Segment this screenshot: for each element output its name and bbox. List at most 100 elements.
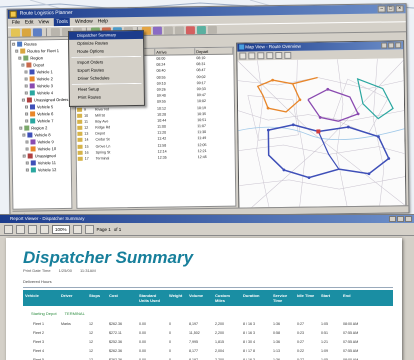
route-tree-panel[interactable]: Routes Routes for Fleet 1 Region Depot Vehic…	[10, 38, 73, 210]
zoom-out-icon[interactable]	[257, 52, 265, 60]
next-page-icon[interactable]	[28, 224, 37, 234]
column-header[interactable]: Arrive	[155, 48, 196, 55]
maximize-button[interactable]: □	[386, 5, 395, 13]
stop-icon	[77, 150, 83, 155]
select-icon[interactable]	[266, 52, 274, 60]
column-header[interactable]: Duration	[241, 290, 271, 306]
zoom-in-icon[interactable]	[163, 26, 173, 35]
expand-toggle[interactable]	[24, 91, 28, 95]
report-rows: Fleet 1 Marks 12 $262.36 0.00 0 8,197 2,200 8 / …	[23, 320, 393, 360]
minimize-button[interactable]: –	[377, 5, 386, 13]
report-icon[interactable]	[196, 26, 206, 35]
first-page-icon[interactable]	[4, 224, 13, 234]
column-header[interactable]: Start	[319, 290, 341, 306]
measure-icon[interactable]	[275, 51, 283, 60]
expand-toggle[interactable]	[24, 105, 29, 109]
menu-help[interactable]: Help	[98, 17, 108, 25]
menu-file[interactable]: File	[12, 19, 20, 27]
table-cell: 8 / 16 3	[243, 358, 255, 360]
map-close-button[interactable]	[395, 42, 402, 49]
layers-icon[interactable]	[284, 51, 292, 59]
report-title-text: Report Viewer - Dispatcher Summary	[10, 216, 85, 221]
menu-window[interactable]: Window	[75, 18, 93, 26]
table-cell: Fleet 4	[33, 349, 44, 353]
map-window: Map View - Route Overview	[236, 40, 407, 209]
expand-toggle[interactable]	[24, 70, 28, 74]
table-cell: 0:27	[297, 322, 304, 326]
menu-view[interactable]: View	[38, 18, 49, 26]
expand-toggle[interactable]	[25, 140, 29, 144]
expand-toggle[interactable]	[24, 77, 28, 81]
zoom-in-icon[interactable]	[248, 52, 256, 60]
report-meta: Print Date Time 1/25/00 11:31AM	[23, 268, 96, 273]
help-icon[interactable]	[207, 25, 217, 34]
table-cell: 8 / 16 3	[243, 322, 255, 326]
table-cell: 0.00	[139, 340, 146, 344]
map-minimize-button[interactable]	[381, 42, 388, 49]
cut-icon[interactable]	[50, 28, 61, 37]
column-header[interactable]: Stops	[87, 290, 107, 306]
report-close-button[interactable]	[405, 216, 412, 222]
column-header[interactable]: Cost	[107, 290, 137, 306]
prev-page-icon[interactable]	[16, 224, 25, 234]
column-header[interactable]: Volume	[187, 290, 213, 306]
map-title-text: Map View - Route Overview	[245, 43, 301, 50]
route-map-canvas[interactable]	[237, 58, 407, 209]
table-cell: Fleet 5	[33, 358, 44, 360]
table-cell: 0.00	[139, 331, 146, 335]
last-page-icon[interactable]	[40, 224, 49, 234]
menu-edit[interactable]: Edit	[25, 18, 34, 26]
column-header[interactable]: Driver	[59, 290, 87, 306]
expand-toggle[interactable]	[25, 112, 29, 116]
expand-toggle[interactable]	[12, 42, 16, 46]
save-icon[interactable]	[32, 28, 43, 37]
expand-toggle[interactable]	[22, 133, 26, 137]
menu-item[interactable]: Route Options	[69, 47, 143, 56]
close-button[interactable]: ×	[395, 5, 404, 13]
expand-toggle[interactable]	[19, 126, 23, 130]
menu-item[interactable]: Driver Schedules	[70, 74, 144, 83]
map-maximize-button[interactable]	[388, 42, 395, 49]
expand-toggle[interactable]	[25, 119, 29, 123]
expand-toggle[interactable]	[25, 168, 29, 172]
column-header[interactable]: End	[341, 290, 393, 306]
new-icon[interactable]	[10, 28, 21, 37]
expand-toggle[interactable]	[25, 147, 29, 151]
tree-node-icon	[30, 111, 36, 117]
schedule-icon[interactable]	[152, 26, 162, 35]
tools-dropdown-menu: Dispatcher Summary Optimize Routes Route O…	[67, 29, 145, 107]
table-row[interactable]: 17 Terminal 12:35 12:45	[77, 154, 235, 162]
column-header[interactable]: Service Time	[271, 290, 295, 306]
report-maximize-button[interactable]	[397, 216, 404, 222]
menu-item[interactable]: Print Routes	[70, 93, 144, 102]
tree-node[interactable]: Vehicle 12	[13, 166, 71, 174]
report-titlebar[interactable]: Report Viewer - Dispatcher Summary	[0, 215, 414, 223]
open-folder-icon[interactable]	[21, 28, 32, 37]
table-cell: 2,004	[215, 349, 224, 353]
tree-node-icon	[29, 76, 35, 82]
expand-toggle[interactable]	[21, 63, 25, 67]
zoom-out-icon[interactable]	[174, 26, 184, 35]
group-value: TERMINAL	[64, 311, 85, 316]
column-header[interactable]: Idle Time	[295, 290, 319, 306]
stop-icon[interactable]	[185, 26, 195, 35]
expand-toggle[interactable]	[24, 84, 28, 88]
pan-icon[interactable]	[239, 52, 247, 60]
export-icon[interactable]	[84, 224, 94, 234]
report-minimize-button[interactable]	[389, 216, 396, 222]
print-icon[interactable]	[72, 224, 82, 234]
table-cell: 07:55 AM	[343, 340, 359, 344]
expand-toggle[interactable]	[25, 161, 29, 165]
column-header[interactable]: Standard Units Used	[137, 290, 167, 306]
expand-toggle[interactable]	[18, 56, 22, 60]
column-header[interactable]: Vehicle	[23, 290, 59, 306]
tree-node-icon	[29, 90, 35, 96]
column-header[interactable]: Depart	[195, 47, 234, 55]
column-header[interactable]: Custom Miles	[213, 290, 241, 306]
expand-toggle[interactable]	[21, 98, 25, 102]
expand-toggle[interactable]	[15, 49, 19, 53]
zoom-select[interactable]: 100%	[52, 224, 70, 234]
column-header[interactable]: Weight	[167, 290, 187, 306]
expand-toggle[interactable]	[22, 154, 26, 158]
menu-tools[interactable]: Tools	[54, 17, 70, 27]
